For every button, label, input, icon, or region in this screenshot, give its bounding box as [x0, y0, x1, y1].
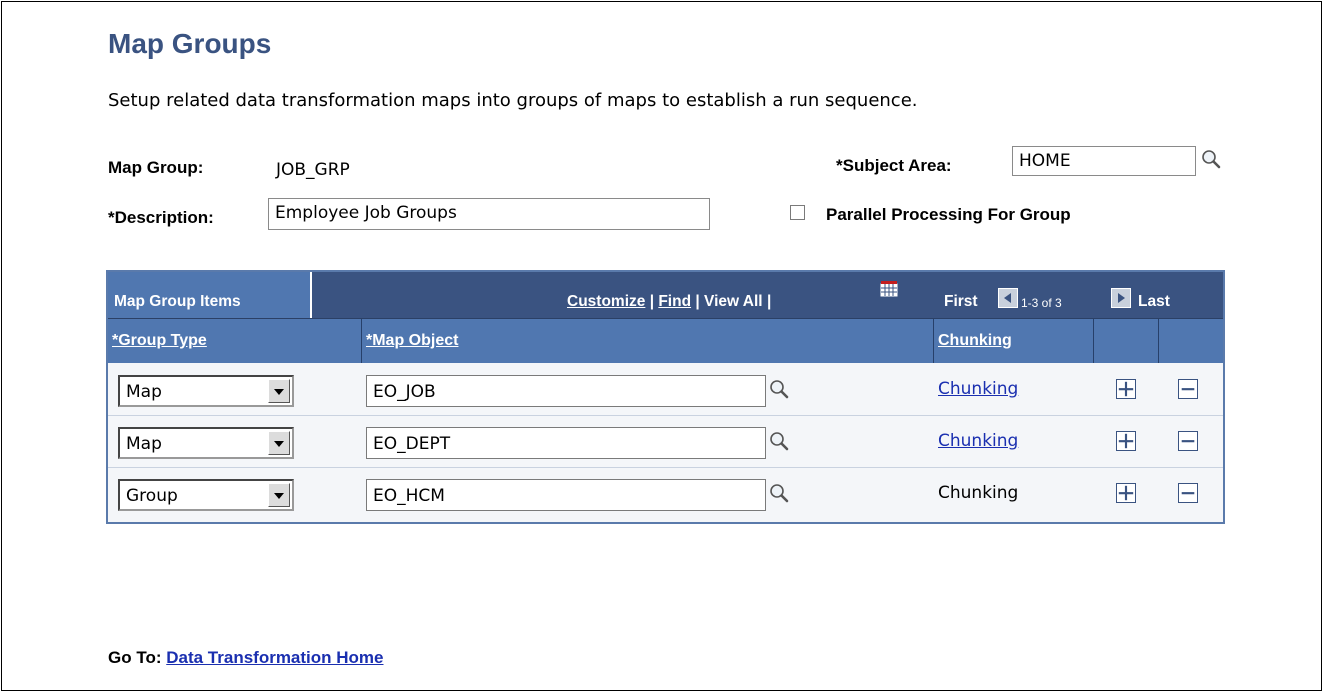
dropdown-arrow-icon[interactable] — [268, 379, 290, 403]
last-label: Last — [1138, 293, 1170, 310]
grid-title-cell: Map Group Items — [108, 272, 312, 318]
parallel-processing-label: Parallel Processing For Group — [826, 205, 1071, 224]
next-arrow-icon[interactable] — [1111, 288, 1131, 308]
search-icon[interactable] — [768, 378, 790, 400]
delete-row-icon[interactable] — [1178, 431, 1198, 451]
goto-label: Go To: — [108, 648, 162, 667]
group-type-select[interactable]: Map — [118, 427, 294, 459]
add-row-icon[interactable] — [1116, 431, 1136, 451]
chunking-link[interactable]: Chunking — [938, 379, 1018, 399]
find-link[interactable]: Find — [658, 293, 691, 310]
group-type-value: Map — [126, 382, 162, 402]
add-row-icon[interactable] — [1116, 483, 1136, 503]
goto-section: Go To: Data Transformation Home — [108, 648, 384, 668]
download-grid-icon[interactable] — [880, 281, 898, 297]
delete-row-icon[interactable] — [1178, 483, 1198, 503]
row-range: 1-3 of 3 — [1021, 296, 1062, 310]
group-type-select[interactable]: Map — [118, 375, 294, 407]
header-add — [1094, 319, 1159, 363]
page-description: Setup related data transformation maps i… — [108, 90, 918, 111]
table-row: Group EO_HCM Chunking — [108, 468, 1223, 520]
map-object-input[interactable]: EO_DEPT — [366, 427, 766, 459]
add-row-icon[interactable] — [1116, 379, 1136, 399]
search-icon[interactable] — [1200, 148, 1222, 170]
nav-separator: | — [649, 293, 655, 310]
map-object-value: EO_JOB — [373, 382, 436, 402]
grid-header-row: *Group Type *Map Object Chunking — [108, 319, 1223, 363]
map-object-value: EO_HCM — [373, 486, 445, 506]
description-input[interactable]: Employee Job Groups — [268, 198, 710, 230]
dropdown-arrow-icon[interactable] — [268, 483, 290, 507]
dropdown-arrow-icon[interactable] — [268, 431, 290, 455]
group-type-value: Group — [126, 486, 178, 506]
customize-link[interactable]: Customize — [567, 293, 645, 310]
chunking-text: Chunking — [938, 483, 1019, 503]
search-icon[interactable] — [768, 482, 790, 504]
header-chunking: Chunking — [934, 319, 1094, 363]
map-group-items-grid: Map Group Items Customize | Find | View … — [106, 270, 1225, 524]
chunking-sort-link[interactable]: Chunking — [938, 332, 1012, 350]
delete-row-icon[interactable] — [1178, 379, 1198, 399]
subject-area-label: *Subject Area: — [836, 156, 952, 175]
page-title: Map Groups — [108, 28, 272, 59]
subject-area-input[interactable]: HOME — [1012, 146, 1196, 176]
group-type-sort-link[interactable]: *Group Type — [112, 332, 207, 350]
data-transformation-home-link[interactable]: Data Transformation Home — [166, 648, 383, 667]
header-group-type: *Group Type — [108, 319, 362, 363]
map-object-input[interactable]: EO_HCM — [366, 479, 766, 511]
map-group-value: JOB_GRP — [276, 160, 350, 180]
map-object-input[interactable]: EO_JOB — [366, 375, 766, 407]
view-all-link[interactable]: View All — [704, 293, 763, 310]
grid-title: Map Group Items — [114, 293, 241, 310]
header-map-object: *Map Object — [362, 319, 934, 363]
header-delete — [1159, 319, 1223, 363]
nav-separator: | — [766, 293, 772, 310]
map-object-value: EO_DEPT — [373, 434, 451, 454]
chunking-link[interactable]: Chunking — [938, 431, 1018, 451]
previous-arrow-icon[interactable] — [998, 288, 1018, 308]
grid-navbar: Map Group Items Customize | Find | View … — [108, 272, 1223, 319]
table-row: Map EO_JOB Chunking — [108, 364, 1223, 416]
group-type-select[interactable]: Group — [118, 479, 294, 511]
table-row: Map EO_DEPT Chunking — [108, 416, 1223, 468]
map-object-sort-link[interactable]: *Map Object — [366, 332, 458, 350]
description-label: *Description: — [108, 208, 214, 227]
nav-separator: | — [695, 293, 700, 310]
first-label: First — [944, 293, 978, 310]
group-type-value: Map — [126, 434, 162, 454]
search-icon[interactable] — [768, 430, 790, 452]
parallel-processing-checkbox[interactable] — [790, 205, 805, 220]
map-group-label: Map Group: — [108, 158, 204, 177]
